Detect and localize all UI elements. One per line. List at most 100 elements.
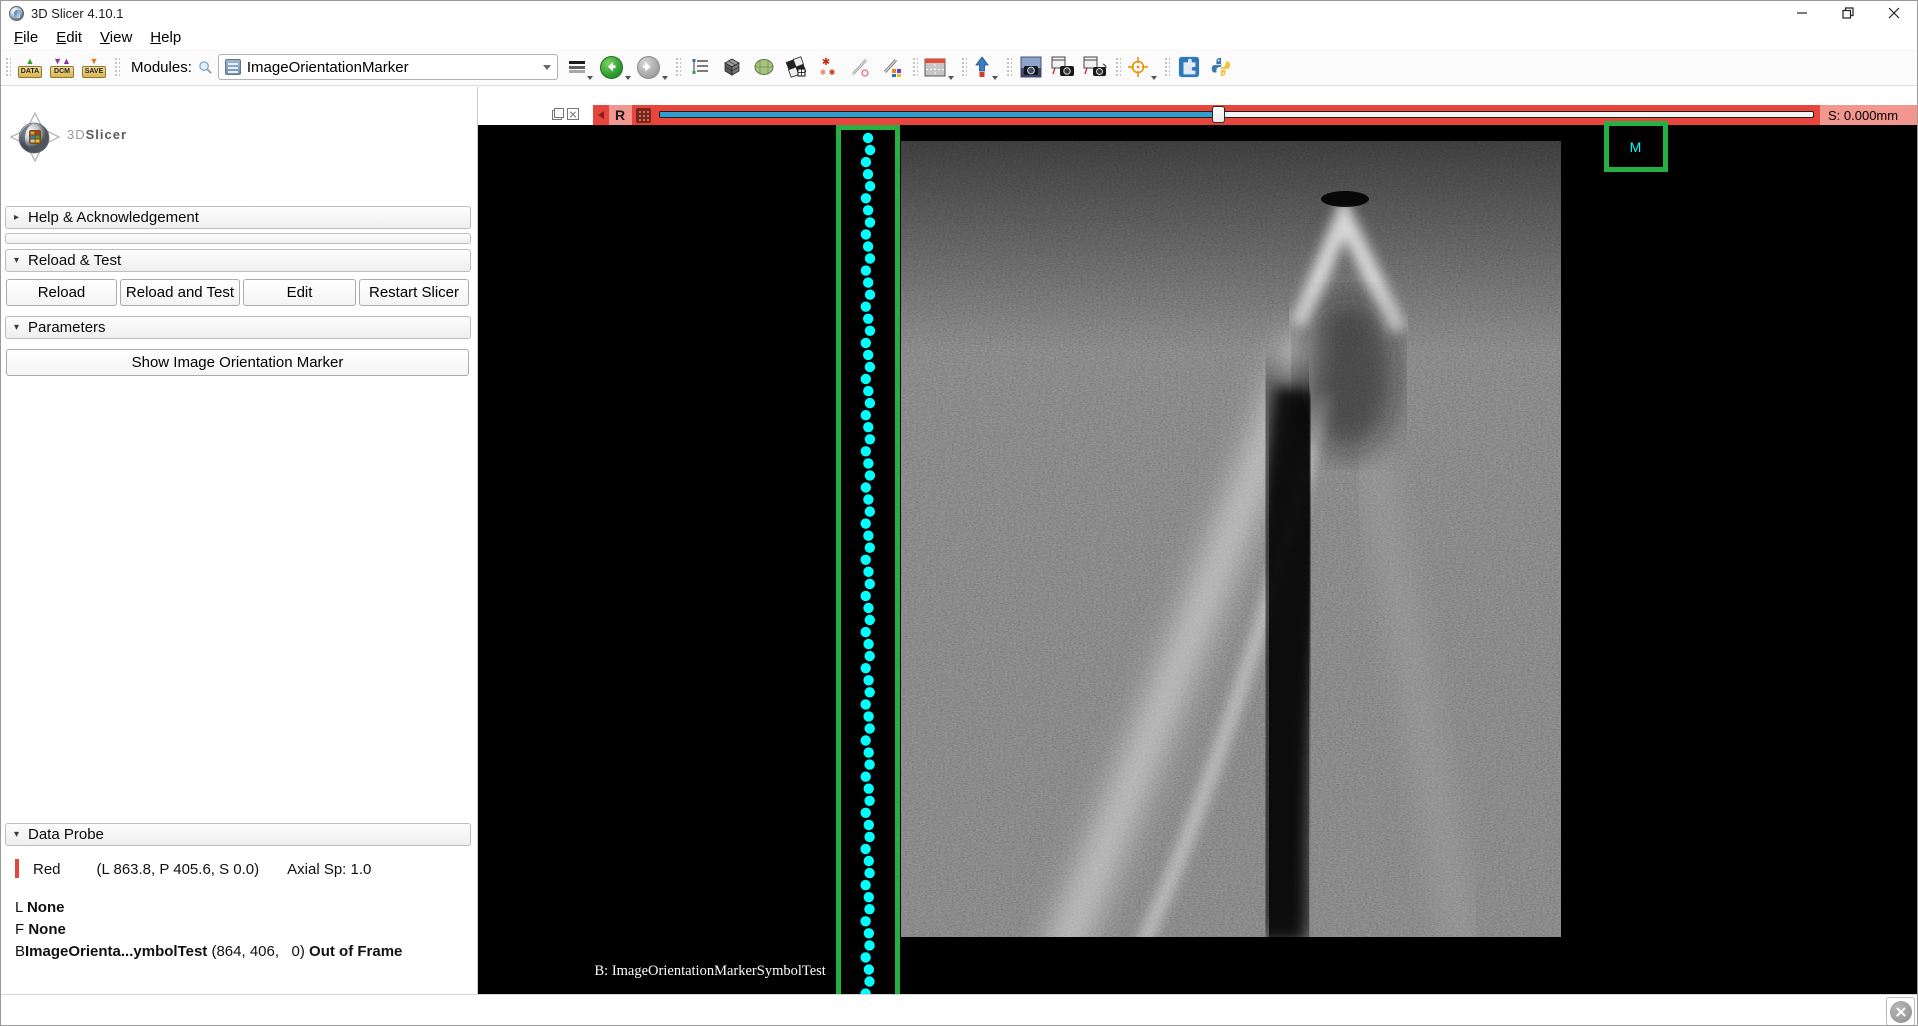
chevron-down-icon xyxy=(1151,76,1157,80)
module-search-icon[interactable] xyxy=(198,60,213,75)
model-sphere-icon xyxy=(753,56,775,78)
help-acknowledgement-section[interactable]: ▸ Help & Acknowledgement xyxy=(5,206,471,229)
title-bar: 3D Slicer 4.10.1 xyxy=(1,1,1917,25)
controller-pin-icon[interactable] xyxy=(593,105,609,125)
probe-ras-coordinates: (L 863.8, P 405.6, S 0.0) xyxy=(97,861,260,878)
background-volume-label: B: ImageOrientationMarkerSymbolTest xyxy=(595,963,826,980)
expanded-arrow-icon: ▾ xyxy=(14,255,28,266)
dicom-button[interactable]: ▼▲ DCM xyxy=(49,52,75,82)
menu-file[interactable]: File xyxy=(5,29,47,46)
toolbar-grip[interactable] xyxy=(113,56,120,78)
chevron-down-icon xyxy=(587,76,593,80)
editor-module-button[interactable] xyxy=(879,56,905,78)
layer-status: Out of Frame xyxy=(309,943,402,960)
toolbar-grip[interactable] xyxy=(960,56,967,78)
chevron-down-icon xyxy=(543,65,551,70)
slicer-logo-text: 3DSlicer xyxy=(67,127,127,142)
expanded-arrow-icon: ▾ xyxy=(14,829,28,840)
transform-grid-icon xyxy=(785,56,807,78)
volumes-module-button[interactable] xyxy=(719,56,745,78)
slice-fan-button[interactable] xyxy=(973,52,999,82)
ultrasound-image xyxy=(901,141,1561,937)
slice-menu-icon[interactable] xyxy=(636,108,651,123)
menu-edit[interactable]: Edit xyxy=(47,29,91,46)
reload-test-section[interactable]: ▾ Reload & Test xyxy=(5,249,471,272)
show-image-orientation-marker-button[interactable]: Show Image Orientation Marker xyxy=(6,349,469,376)
chevron-down-icon xyxy=(625,76,631,80)
data-module-button[interactable] xyxy=(687,56,713,78)
screenshot-button[interactable] xyxy=(1018,56,1044,78)
data-probe-section-label: Data Probe xyxy=(28,826,104,843)
scripted-module-icon xyxy=(225,59,241,75)
reload-section-label: Reload & Test xyxy=(28,252,121,269)
toolbar-grip[interactable] xyxy=(1005,56,1012,78)
slider-fill xyxy=(660,112,1219,117)
markups-module-button[interactable]: ✱ ✱ ✱ xyxy=(815,56,841,78)
module-selector-combobox[interactable]: ImageOrientationMarker xyxy=(218,54,558,80)
extensions-puzzle-icon xyxy=(1177,56,1201,78)
toolbar-grip[interactable] xyxy=(1114,56,1121,78)
scene-snapshot-icon xyxy=(1051,56,1075,78)
back-arrow-icon xyxy=(600,56,623,79)
close-icon xyxy=(1888,7,1900,19)
annotations-module-button[interactable] xyxy=(847,56,873,78)
orientation-marker-box: M xyxy=(1604,121,1668,172)
minimize-icon xyxy=(1796,7,1808,19)
reload-button[interactable]: Reload xyxy=(6,279,117,306)
probe-spacing: Axial Sp: 1.0 xyxy=(287,861,371,878)
main-toolbar: ▲ DATA ▼▲ DCM ▼ SAVE Modules: ImageOrien… xyxy=(1,49,1917,86)
data-probe-section[interactable]: ▾ Data Probe xyxy=(5,823,471,846)
red-slice-view-area: R S: 0.000mm xyxy=(478,87,1918,994)
transforms-module-button[interactable] xyxy=(783,56,809,78)
reload-and-test-button[interactable]: Reload and Test xyxy=(120,279,240,306)
toolbar-grip[interactable] xyxy=(674,56,681,78)
close-button[interactable] xyxy=(1871,1,1917,25)
parameters-section-label: Parameters xyxy=(28,319,106,336)
extensions-manager-button[interactable] xyxy=(1176,56,1202,78)
cyan-dotted-line xyxy=(841,130,895,1000)
menu-help[interactable]: Help xyxy=(141,29,190,46)
restore-icon xyxy=(1842,7,1854,19)
up-arrow-icon xyxy=(974,56,990,78)
module-selector-value: ImageOrientationMarker xyxy=(247,59,543,76)
save-folder-icon: SAVE xyxy=(82,66,106,78)
chevron-down-icon xyxy=(992,76,998,80)
scene-snapshot-button[interactable] xyxy=(1050,56,1076,78)
edit-button[interactable]: Edit xyxy=(243,279,356,306)
slider-handle[interactable] xyxy=(1212,106,1225,123)
module-history-button[interactable] xyxy=(568,52,594,82)
python-console-button[interactable] xyxy=(1208,56,1234,78)
toolbar-grip[interactable] xyxy=(4,56,11,78)
module-back-button[interactable] xyxy=(600,52,631,82)
minimize-button[interactable] xyxy=(1779,1,1825,25)
toolbar-grip[interactable] xyxy=(1163,56,1170,78)
close-panel-icon[interactable] xyxy=(567,108,579,120)
models-module-button[interactable] xyxy=(751,56,777,78)
undock-panel-icon[interactable] xyxy=(552,108,564,120)
layer-value: None xyxy=(28,921,66,938)
modules-label: Modules: xyxy=(131,59,192,76)
orientation-marker-letter: M xyxy=(1630,139,1642,155)
red-slice-viewport[interactable]: M B: ImageOrientationMarkerSymbolTest xyxy=(478,125,1918,994)
restart-slicer-button[interactable]: Restart Slicer xyxy=(359,279,469,306)
slicer-logo-icon xyxy=(9,111,61,163)
slicer-logo: 3DSlicer xyxy=(9,111,209,163)
menu-view[interactable]: View xyxy=(91,29,141,46)
statusbar-close-button[interactable] xyxy=(1886,997,1915,1026)
subject-hierarchy-icon xyxy=(690,57,710,77)
scene-restore-button[interactable] xyxy=(1082,56,1108,78)
editor-pencil-icon xyxy=(881,56,903,78)
red-slice-controller-bar: R S: 0.000mm xyxy=(593,105,1918,125)
crosshair-button[interactable] xyxy=(1127,52,1157,82)
slicer-window: 3D Slicer 4.10.1 File Edit View Help ▲ D… xyxy=(0,0,1918,1026)
layout-selector-button[interactable] xyxy=(924,52,954,82)
toolbar-grip[interactable] xyxy=(911,56,918,78)
forward-arrow-icon xyxy=(637,56,660,79)
load-data-button[interactable]: ▲ DATA xyxy=(17,52,43,82)
parameters-section[interactable]: ▾ Parameters xyxy=(5,316,471,339)
save-button[interactable]: ▼ SAVE xyxy=(81,52,107,82)
module-forward-button[interactable] xyxy=(637,52,668,82)
svg-text:✱: ✱ xyxy=(829,68,836,77)
layer-label: B xyxy=(15,943,25,960)
restore-button[interactable] xyxy=(1825,1,1871,25)
